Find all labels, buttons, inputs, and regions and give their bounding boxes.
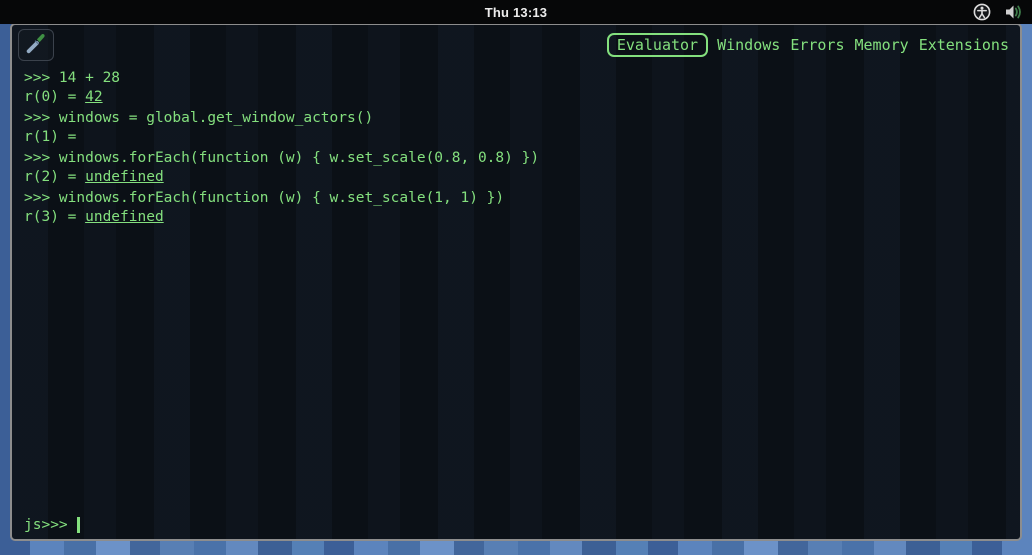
result-value-link[interactable]: 42: [85, 89, 102, 105]
tab-evaluator[interactable]: Evaluator: [606, 33, 709, 57]
result-label: r(2) =: [24, 169, 86, 185]
result-entry: >>> windows.forEach(function (w) { w.set…: [24, 189, 1008, 227]
result-line: r(0) = 42: [24, 88, 1008, 107]
js-input-row[interactable]: js>>>: [24, 517, 80, 533]
looking-glass-toolbar: Evaluator Windows Errors Memory Extensio…: [12, 25, 1020, 63]
eyedropper-icon: [25, 32, 47, 58]
object-picker-button[interactable]: [18, 29, 54, 61]
result-label: r(1) =: [24, 129, 86, 145]
tab-memory[interactable]: Memory: [850, 35, 914, 55]
input-line: >>> windows.forEach(function (w) { w.set…: [24, 190, 505, 206]
text-cursor: [76, 517, 80, 533]
result-line: r(2) = undefined: [24, 168, 1008, 187]
looking-glass-window: Evaluator Windows Errors Memory Extensio…: [10, 23, 1022, 541]
tab-errors[interactable]: Errors: [785, 35, 849, 55]
clock[interactable]: Thu 13:13: [485, 5, 547, 20]
tab-windows[interactable]: Windows: [712, 35, 785, 55]
accessibility-icon[interactable]: [973, 3, 991, 21]
result-entry: >>> 14 + 28 r(0) = 42: [24, 69, 1008, 107]
status-icon-area: [973, 0, 1024, 24]
tab-extensions[interactable]: Extensions: [914, 35, 1014, 55]
input-line: >>> windows = global.get_window_actors(): [24, 110, 374, 126]
js-prompt-label: js>>>: [24, 517, 68, 533]
result-line: r(1) =: [24, 128, 1008, 147]
result-value-link[interactable]: undefined: [85, 169, 164, 185]
input-line: >>> 14 + 28: [24, 70, 121, 86]
tab-bar: Evaluator Windows Errors Memory Extensio…: [606, 33, 1014, 57]
evaluator-results: >>> 14 + 28 r(0) = 42 >>> windows = glob…: [24, 69, 1008, 229]
result-line: r(3) = undefined: [24, 208, 1008, 227]
input-line: >>> windows.forEach(function (w) { w.set…: [24, 150, 540, 166]
top-bar: Thu 13:13: [0, 0, 1032, 24]
result-label: r(0) =: [24, 89, 86, 105]
volume-icon[interactable]: [1005, 4, 1024, 20]
result-value-link[interactable]: undefined: [85, 209, 164, 225]
result-label: r(3) =: [24, 209, 86, 225]
result-entry: >>> windows.forEach(function (w) { w.set…: [24, 149, 1008, 187]
result-entry: >>> windows = global.get_window_actors()…: [24, 109, 1008, 147]
